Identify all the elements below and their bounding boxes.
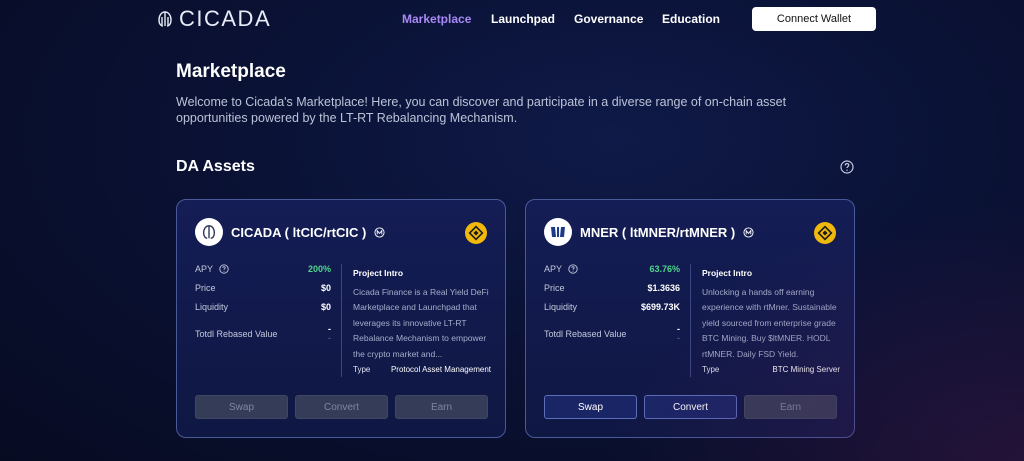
section-title: DA Assets [176,158,255,175]
bnb-chain-icon [465,222,487,244]
liquidity-label: Liquidity [544,302,578,312]
type-value: BTC Mining Server [772,365,840,374]
brand-name: CICADA [179,6,272,31]
card-header: CICADA ( ltCIC/rtCIC ) [195,218,385,246]
page-title: Marketplace [176,61,286,82]
asset-card-mner: MNER ( ltMNER/rtMNER ) APY 63.76% Price … [525,199,855,438]
asset-stats: APY 63.76% Price $1.3636 Liquidity $699.… [544,264,680,352]
swap-button[interactable]: Swap [195,395,288,419]
price-row: Price $0 [195,283,331,302]
nav-governance[interactable]: Governance [574,12,643,26]
liquidity-label: Liquidity [195,302,229,312]
earn-button[interactable]: Earn [395,395,488,419]
avatar [195,218,223,246]
card-actions: Swap Convert Earn [544,395,837,419]
rebased-label: Totdl Rebased Value [195,329,278,339]
type-label: Type [353,365,371,374]
column-divider [341,264,342,377]
swap-button[interactable]: Swap [544,395,637,419]
avatar [544,218,572,246]
apy-value: 63.76% [649,264,680,274]
project-intro-heading: Project Intro [353,268,404,278]
nav-marketplace[interactable]: Marketplace [402,12,471,26]
nav-education[interactable]: Education [662,12,720,26]
card-title: MNER ( ltMNER/rtMNER ) [580,224,736,240]
project-intro: Project Intro Unlocking a hands off earn… [702,266,840,362]
rebased-label: Totdl Rebased Value [544,329,627,339]
info-icon[interactable] [219,264,229,274]
liquidity-value: $0 [320,302,331,312]
price-row: Price $1.3636 [544,283,680,302]
project-intro-heading: Project Intro [702,268,753,278]
earn-button[interactable]: Earn [744,395,837,419]
nav-launchpad[interactable]: Launchpad [491,12,555,26]
card-title: CICADA ( ltCIC/rtCIC ) [231,224,367,240]
card-header: MNER ( ltMNER/rtMNER ) [544,218,754,246]
project-intro: Project Intro Cicada Finance is a Real Y… [353,266,491,362]
rebased-row: Totdl Rebased Value - [544,329,680,352]
top-nav-bar: CICADA Marketplace Launchpad Governance … [0,0,1024,38]
price-label: Price [544,283,565,293]
cicada-logo-icon [158,11,172,27]
liquidity-row: Liquidity $699.73K [544,302,680,321]
mner-token-icon [551,227,565,237]
price-label: Price [195,283,216,293]
type-value: Protocol Asset Management [390,365,491,374]
asset-card-cicada: CICADA ( ltCIC/rtCIC ) APY 200% Price $0… [176,199,506,438]
asset-stats: APY 200% Price $0 Liquidity $0 - Totdl R… [195,264,331,352]
apy-value: 200% [307,264,331,274]
bnb-chain-icon [814,222,836,244]
convert-button[interactable]: Convert [295,395,388,419]
chain-badge-icon [374,226,385,238]
convert-button[interactable]: Convert [644,395,737,419]
cicada-logo[interactable]: CICADA [157,8,271,30]
column-divider [690,264,691,377]
price-value: $0 [320,283,331,293]
project-intro-text: Unlocking a hands off earning experience… [702,286,837,359]
rebased-sub-value: - [328,333,331,343]
type-label: Type [702,365,720,374]
apy-row: APY 200% [195,264,331,283]
connect-wallet-button[interactable]: Connect Wallet [752,7,876,31]
apy-label: APY [195,264,214,274]
page-intro: Welcome to Cicada's Marketplace! Here, y… [176,95,787,125]
apy-label: APY [544,264,563,274]
rebased-row: Totdl Rebased Value - [195,329,331,352]
liquidity-row: Liquidity $0 [195,302,331,321]
chain-badge-icon [743,226,754,238]
liquidity-value: $699.73K [640,302,680,312]
cicada-token-icon [202,225,216,239]
rebased-sub-value: - [677,333,680,343]
help-icon[interactable] [840,160,854,174]
card-actions: Swap Convert Earn [195,395,488,419]
project-intro-text: Cicada Finance is a Real Yield DeFi Mark… [353,286,489,359]
price-value: $1.3636 [647,283,680,293]
info-icon[interactable] [568,264,578,274]
apy-row: APY 63.76% [544,264,680,283]
